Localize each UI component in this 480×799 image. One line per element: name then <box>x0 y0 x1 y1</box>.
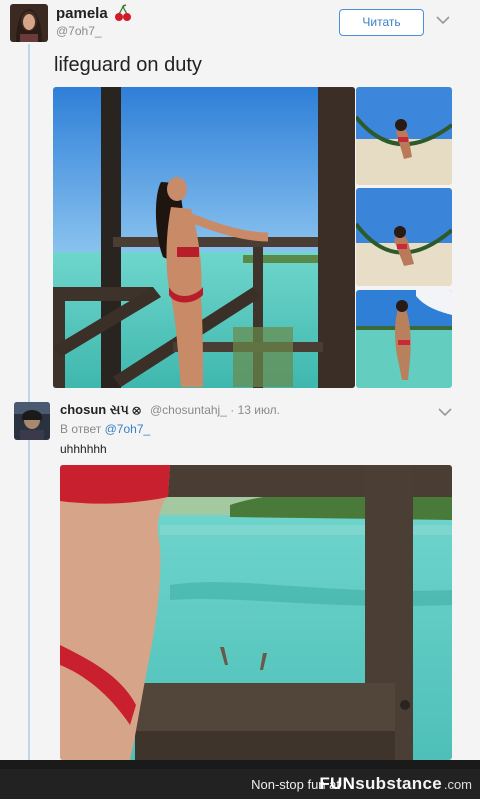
tweet-photo-beach[interactable] <box>356 290 452 388</box>
reply-context: В ответ @7oh7_ <box>60 422 150 436</box>
avatar[interactable] <box>14 402 50 440</box>
brand-tld: .com <box>443 777 472 792</box>
site-logo[interactable]: FUNsubstance <box>319 774 442 794</box>
reply-photo[interactable] <box>60 465 452 760</box>
chevron-down-icon[interactable] <box>436 12 450 30</box>
author-name[interactable]: pamela <box>56 5 108 22</box>
author-name[interactable]: chosun સપ ⊗ <box>60 402 141 418</box>
tweet-text: lifeguard on duty <box>54 54 202 76</box>
brand-fun: FUN <box>319 774 356 793</box>
avatar[interactable] <box>10 4 48 42</box>
tweet-text: uhhhhhh <box>60 442 107 456</box>
separator <box>0 760 480 769</box>
cherry-icon <box>115 4 131 21</box>
author-handle-date[interactable]: @chosuntahj_ · 13 июл. <box>150 403 280 417</box>
author-handle[interactable]: @7oh7_ <box>56 24 102 38</box>
watermark-footer: Non-stop fun at FUNsubstance .com <box>0 769 480 799</box>
reply-to-link[interactable]: @7oh7_ <box>105 422 151 436</box>
tweet-photo-hammock-2[interactable] <box>356 188 452 286</box>
tweet-photo-main[interactable] <box>53 87 355 388</box>
timeline-card: pamela @7oh7_ Читать lifeguard on duty c… <box>0 0 480 760</box>
brand-substance: substance <box>355 774 442 793</box>
tweet-photo-hammock-1[interactable] <box>356 87 452 185</box>
reply-prefix: В ответ <box>60 422 102 436</box>
follow-button[interactable]: Читать <box>339 9 424 36</box>
chevron-down-icon[interactable] <box>438 404 452 422</box>
